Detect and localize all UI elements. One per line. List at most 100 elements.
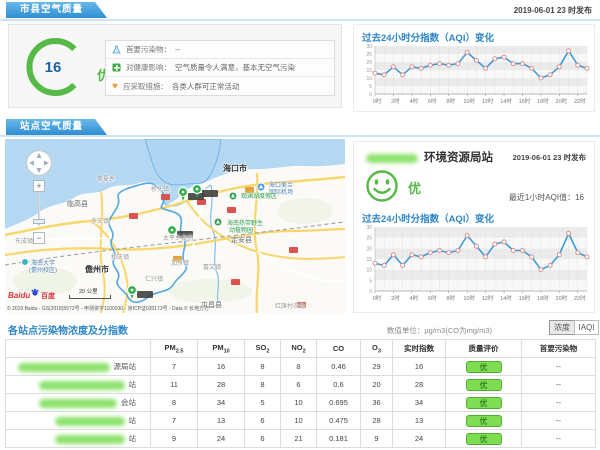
table-title: 各站点污染物浓度及分指数: [8, 322, 128, 337]
station-name-cell: 站: [6, 376, 151, 394]
svg-text:20时: 20时: [556, 294, 568, 302]
value-cell: 8: [245, 376, 281, 394]
value-cell: 34: [393, 394, 446, 412]
table-row: 站1128860.62028优--: [6, 376, 596, 394]
table-header: 质量评价: [446, 340, 522, 358]
info-label: 对健康影响：: [126, 62, 171, 73]
zoom-in-button[interactable]: +: [33, 180, 45, 192]
table-header: 实时指数: [393, 340, 446, 358]
zoom-out-button[interactable]: −: [33, 232, 45, 244]
grade-badge: 优: [466, 361, 502, 373]
station-name-cell: 站: [6, 412, 151, 430]
primary-pollutant-cell: --: [522, 394, 596, 412]
value-cell: 10: [281, 394, 317, 412]
toggle-iaqi[interactable]: IAQI: [574, 320, 599, 335]
primary-pollutant-cell: --: [522, 376, 596, 394]
svg-text:16时: 16时: [519, 97, 531, 105]
primary-pollutant-cell: --: [522, 358, 596, 376]
grade-cell: 优: [446, 358, 522, 376]
value-cell: 7: [151, 358, 198, 376]
value-cell: 7: [151, 412, 198, 430]
map-label: 仁兴镇: [145, 277, 163, 283]
station-name-redacted: [55, 435, 125, 444]
station-name-cell: 站: [6, 430, 151, 448]
svg-text:12时: 12时: [482, 97, 494, 105]
svg-text:14时: 14时: [500, 97, 512, 105]
latest-aqi-value: 16: [575, 193, 584, 202]
table-row: 站7136100.4752813优--: [6, 412, 596, 430]
value-cell: 11: [151, 376, 198, 394]
grade-cell: 优: [446, 394, 522, 412]
map-label: 桥头镇: [151, 187, 169, 193]
station-map[interactable]: 海口市海口美兰国际机场临高县美夏乡桥头镇多文镇东成镇和庆镇仁兴镇加乐镇太平乡农场…: [5, 139, 345, 313]
svg-text:百度: 百度: [41, 291, 56, 300]
value-cell: 13: [393, 412, 446, 430]
svg-text:25: 25: [366, 236, 372, 242]
table-header: O3: [361, 340, 393, 358]
aqi-gauge: 16: [21, 32, 91, 102]
svg-text:20时: 20时: [556, 97, 568, 105]
map-scale-label: 20 公里: [79, 287, 98, 295]
value-cell: 28: [393, 376, 446, 394]
value-cell: 21: [281, 430, 317, 448]
info-row-primary-pollutant: 首要污染物： --: [106, 41, 334, 59]
value-cell: 28: [361, 412, 393, 430]
map-zoom-control[interactable]: + −: [33, 180, 45, 244]
zoom-slider-handle[interactable]: [33, 219, 45, 224]
toggle-concentration[interactable]: 浓度: [549, 320, 575, 335]
value-cell: 16: [393, 358, 446, 376]
value-cell: 0.181: [317, 430, 361, 448]
grade-badge: 优: [466, 433, 502, 445]
svg-text:2时: 2时: [391, 97, 400, 105]
table-header: PM2.5: [151, 340, 198, 358]
value-cell: 36: [361, 394, 393, 412]
info-row-health: 对健康影响： 空气质量令人满意，基本无空气污染: [106, 59, 334, 77]
map-compass-control[interactable]: [25, 149, 53, 177]
svg-text:4时: 4时: [410, 294, 419, 302]
heart-icon: ♥: [112, 82, 118, 91]
value-cell: 28: [198, 376, 245, 394]
svg-text:25: 25: [366, 52, 372, 58]
map-scale-bar: [69, 295, 111, 299]
station-chart-title: 过去24小时分指数（AQI）变化: [362, 211, 494, 225]
smiley-face-icon: [364, 168, 400, 204]
svg-text:10时: 10时: [463, 97, 475, 105]
section-divider: [0, 135, 600, 137]
map-label: 儋州市: [85, 266, 109, 274]
svg-text:Baidu: Baidu: [8, 291, 30, 300]
svg-text:10时: 10时: [463, 294, 475, 302]
tab-city-air-quality: 市县空气质量: [6, 2, 107, 18]
table-header: [6, 340, 151, 358]
primary-pollutant-cell: --: [522, 430, 596, 448]
table-body: 源局站716880.462916优--站1128860.62028优--会站83…: [6, 358, 596, 448]
station-aqi-chart: 0510152025300时2时4时6时8时10时12时14时16时18时20时…: [359, 224, 591, 302]
svg-text:15: 15: [366, 257, 372, 263]
map-label: 临高县: [67, 201, 88, 208]
value-cell: 9: [361, 430, 393, 448]
unit-note: 数值单位：μg/m3(CO为mg/m3): [387, 325, 492, 336]
grade-cell: 优: [446, 430, 522, 448]
grade-badge: 优: [466, 397, 502, 409]
station-name-cell: 会站: [6, 394, 151, 412]
map-label: (儋州校区): [29, 268, 57, 274]
value-cell: 24: [393, 430, 446, 448]
svg-text:22时: 22时: [574, 97, 586, 105]
station-name-redacted: [18, 363, 110, 372]
map-label: 美夏乡: [97, 177, 115, 183]
svg-text:18时: 18时: [537, 294, 549, 302]
map-label: 和庆镇: [111, 255, 129, 261]
map-label: 红旗村农场: [275, 304, 305, 310]
value-cell: 8: [151, 394, 198, 412]
value-cell: 6: [245, 412, 281, 430]
value-cell: 8: [281, 358, 317, 376]
table-header: 首要污染物: [522, 340, 596, 358]
primary-pollutant-cell: --: [522, 412, 596, 430]
value-cell: 0.6: [317, 376, 361, 394]
info-row-measures: ♥ 应采取措施： 各类人群可正常活动: [106, 77, 334, 95]
svg-text:20: 20: [366, 60, 372, 66]
station-name-redacted: [39, 381, 125, 390]
map-label: 海口市: [223, 165, 247, 173]
table-row: 会站8345100.6953634优--: [6, 394, 596, 412]
map-canvas: [5, 139, 345, 313]
map-attribution: © 2019 Baidu - GS(2018)5572号 - 甲测资字11009…: [7, 305, 209, 312]
